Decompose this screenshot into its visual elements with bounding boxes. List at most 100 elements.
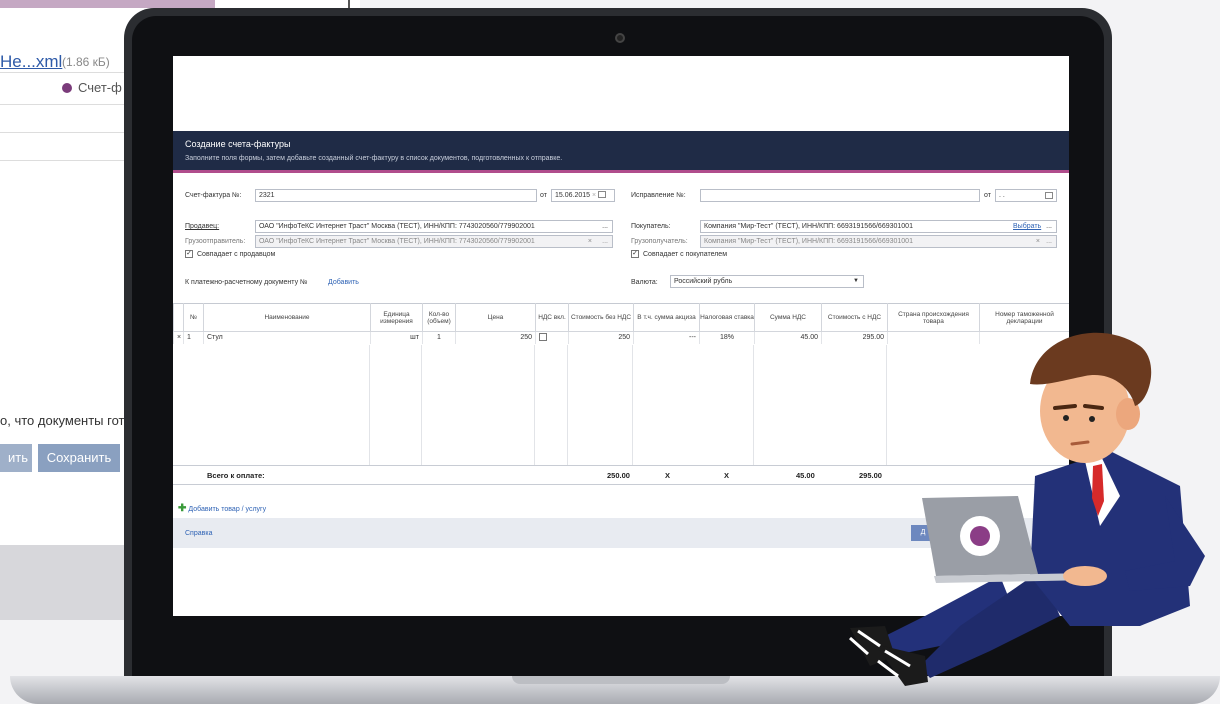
eyebrow — [1053, 404, 1077, 410]
column-divider — [421, 345, 422, 465]
buyer-value: Компания "Мир-Тест" (ТЕСТ), ИНН/КПП: 669… — [704, 223, 913, 230]
shipper-label: Грузоотправитель: — [185, 238, 246, 245]
column-header: Налоговая ставка — [699, 303, 755, 332]
totals-rate: X — [724, 471, 730, 480]
vat-included-cell[interactable] — [535, 331, 569, 344]
currency-label: Валюта: — [631, 279, 658, 286]
help-link[interactable]: Справка — [185, 530, 212, 537]
shipper-more-button[interactable]: ... — [602, 236, 608, 247]
column-header: Цена — [455, 303, 536, 332]
seal-icon — [62, 83, 72, 93]
column-divider — [534, 345, 535, 465]
clear-icon[interactable]: × — [592, 192, 596, 199]
documents-ready-text: о, что документы готов — [0, 413, 139, 428]
attachment-file-size: (1.86 кБ) — [62, 55, 110, 69]
form-subtitle: Заполните поля формы, затем добавьте соз… — [185, 155, 563, 162]
same-as-seller-label: Совпадает с продавцом — [197, 251, 276, 258]
unit-cell[interactable]: шт — [370, 331, 423, 344]
form-banner: Создание счета-фактуры Заполните поля фо… — [173, 131, 1069, 173]
add-payment-doc-link[interactable]: Добавить — [328, 279, 359, 286]
window-topbar — [0, 0, 215, 8]
same-as-buyer-checkbox[interactable]: ✓ — [631, 250, 639, 258]
eye — [1089, 416, 1095, 422]
chevron-down-icon: ▼ — [853, 278, 859, 284]
currency-value: Российский рубль — [674, 278, 733, 285]
secondary-button[interactable]: ить — [0, 444, 32, 472]
invoice-number-input[interactable]: 2321 — [255, 189, 537, 202]
column-header: Единица измерения — [370, 303, 423, 332]
date-label: от — [540, 192, 547, 199]
divider — [0, 132, 130, 133]
excise-cell[interactable]: --- — [633, 331, 700, 344]
same-as-buyer-label: Совпадает с покупателем — [643, 251, 728, 258]
add-item-text: Добавить товар / услугу — [188, 506, 267, 513]
seller-label[interactable]: Продавец: — [185, 223, 219, 230]
calendar-icon[interactable] — [598, 191, 607, 198]
buyer-input[interactable]: Компания "Мир-Тест" (ТЕСТ), ИНН/КПП: 669… — [700, 220, 1057, 233]
column-divider — [753, 345, 754, 465]
column-header: № — [183, 303, 204, 332]
clear-icon[interactable]: × — [588, 236, 592, 247]
column-header: НДС вкл. — [535, 303, 569, 332]
delete-row-icon[interactable]: × — [173, 331, 184, 344]
item-name-cell[interactable]: Стул — [203, 331, 371, 344]
correction-date-value: . . — [999, 192, 1005, 199]
laptop-notch — [512, 676, 730, 684]
tax-rate-cell[interactable]: 18% — [699, 331, 755, 344]
eye — [1063, 415, 1069, 421]
invoice-date-input[interactable]: 15.06.2015 × — [551, 189, 615, 202]
invoice-doc-label[interactable]: Счет-ф — [62, 80, 122, 95]
eyebrow — [1083, 404, 1104, 410]
logo-mark — [970, 526, 990, 546]
shipper-value: ОАО "ИнфоТеКС Интернет Траст" Москва (ТЕ… — [259, 238, 535, 245]
invoice-doc-text: Счет-ф — [78, 80, 122, 95]
vat-included-checkbox[interactable] — [539, 332, 547, 341]
window-bottom-panel — [0, 545, 130, 620]
column-header: Сумма НДС — [754, 303, 822, 332]
hand — [1063, 566, 1107, 586]
totals-excise: X — [665, 471, 671, 480]
divider — [0, 104, 130, 105]
form-title: Создание счета-фактуры — [185, 139, 291, 149]
vat-amount-cell: 45.00 — [754, 331, 822, 344]
consignee-value: Компания "Мир-Тест" (ТЕСТ), ИНН/КПП: 669… — [704, 238, 913, 245]
clear-icon[interactable]: × — [1036, 236, 1040, 247]
buyer-label: Покупатель: — [631, 223, 671, 230]
column-divider — [567, 345, 568, 465]
column-header: Стоимость без НДС — [568, 303, 634, 332]
seller-input[interactable]: ОАО "ИнфоТеКС Интернет Траст" Москва (ТЕ… — [255, 220, 613, 233]
shipper-input[interactable]: ОАО "ИнфоТеКС Интернет Траст" Москва (ТЕ… — [255, 235, 613, 248]
businessman-illustration — [849, 332, 1205, 686]
consignee-more-button[interactable]: ... — [1046, 236, 1052, 247]
add-item-link[interactable]: ✚ Добавить товар / услугу — [178, 503, 266, 514]
column-header: Кол-во (объем) — [422, 303, 456, 332]
webcam-icon — [615, 33, 625, 43]
seller-more-button[interactable]: ... — [602, 221, 608, 232]
column-header: В т.ч. сумма акциза — [633, 303, 700, 332]
calendar-icon[interactable] — [1045, 192, 1053, 199]
totals-cost: 250.00 — [607, 471, 630, 480]
invoice-number-label: Счет-фактура №: — [185, 192, 242, 199]
column-divider — [632, 345, 633, 465]
totals-label: Всего к оплате: — [207, 471, 265, 480]
column-header: Наименование — [203, 303, 371, 332]
column-divider — [369, 345, 370, 465]
attachment-file-link[interactable]: He...xml — [0, 52, 62, 72]
plus-icon: ✚ — [178, 503, 187, 514]
mouth — [1070, 440, 1090, 446]
price-cell[interactable]: 250 — [455, 331, 536, 344]
same-as-seller-checkbox[interactable]: ✓ — [185, 250, 193, 258]
row-number: 1 — [183, 331, 204, 344]
quantity-cell[interactable]: 1 — [422, 331, 456, 344]
correction-number-input[interactable] — [700, 189, 980, 202]
consignee-label: Грузополучатель: — [631, 238, 688, 245]
currency-select[interactable]: Российский рубль ▼ — [670, 275, 864, 288]
correction-date-input[interactable]: . . — [995, 189, 1057, 202]
consignee-input[interactable]: Компания "Мир-Тест" (ТЕСТ), ИНН/КПП: 669… — [700, 235, 1057, 248]
correction-number-label: Исправление №: — [631, 192, 686, 199]
seller-value: ОАО "ИнфоТеКС Интернет Траст" Москва (ТЕ… — [259, 223, 535, 230]
choose-buyer-link[interactable]: Выбрать — [1013, 223, 1041, 230]
invoice-date-value: 15.06.2015 — [555, 192, 591, 199]
buyer-more-button[interactable]: ... — [1046, 221, 1052, 232]
save-button[interactable]: Сохранить — [38, 444, 120, 472]
